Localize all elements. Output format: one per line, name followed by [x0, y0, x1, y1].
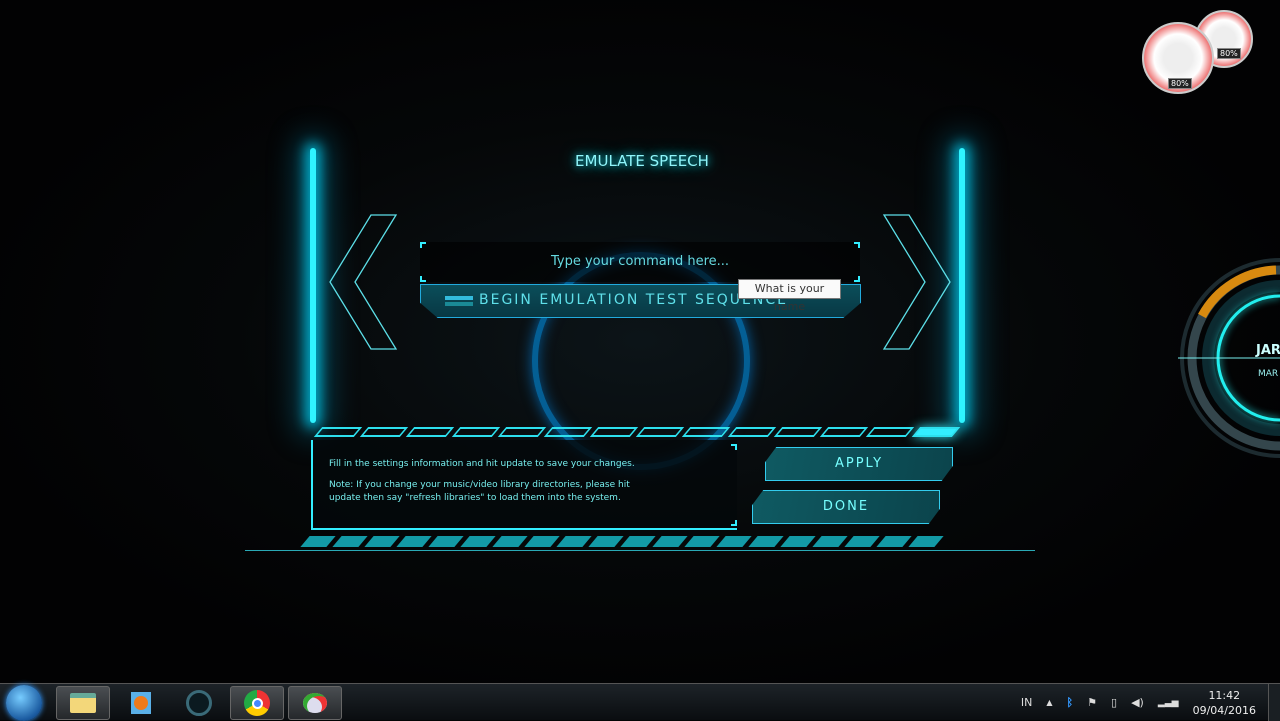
bluetooth-icon[interactable]: ᛒ	[1067, 696, 1074, 709]
info-panel: Fill in the settings information and hit…	[311, 440, 737, 530]
command-input[interactable]	[420, 242, 860, 282]
hud-title: JAR	[1255, 343, 1280, 358]
chrome-icon[interactable]	[230, 686, 284, 720]
left-chevron-icon[interactable]	[325, 212, 401, 352]
right-chevron-icon[interactable]	[879, 212, 955, 352]
taskbar: IN ▲ ᛒ ⚑ ▯ ◀) ▂▃▅ 11:42 09/04/2016	[0, 683, 1280, 721]
file-explorer-icon[interactable]	[56, 686, 110, 720]
corner-bracket	[420, 276, 426, 282]
show-desktop-button[interactable]	[1268, 684, 1280, 721]
memory-percent: 80%	[1217, 48, 1241, 59]
bars-icon	[445, 296, 473, 300]
paint-icon[interactable]	[288, 686, 342, 720]
corner-bracket	[731, 444, 737, 450]
corner-bracket	[854, 242, 860, 248]
apply-button[interactable]: APPLY	[765, 447, 953, 481]
divider	[245, 550, 1035, 551]
bottom-stripe-bar	[300, 536, 944, 547]
language-indicator[interactable]: IN	[1021, 696, 1032, 709]
corner-bracket	[854, 276, 860, 282]
tooltip: What is your name	[738, 279, 841, 313]
media-player-icon[interactable]	[114, 686, 168, 720]
system-tray: IN ▲ ᛒ ⚑ ▯ ◀) ▂▃▅ 11:42 09/04/2016	[1021, 684, 1268, 721]
show-hidden-icons-icon[interactable]: ▲	[1046, 698, 1052, 707]
action-center-flag-icon[interactable]: ⚑	[1087, 696, 1097, 709]
info-line: Note: If you change your music/video lib…	[329, 480, 630, 503]
windows-start-icon[interactable]	[6, 685, 42, 721]
top-stripe-bar	[313, 427, 961, 437]
cpu-gauge-gadget[interactable]: 80%	[1142, 22, 1214, 94]
dialog-title: EMULATE SPEECH	[575, 152, 709, 170]
network-signal-icon[interactable]: ▂▃▅	[1158, 698, 1179, 708]
jarvis-icon[interactable]	[172, 686, 226, 720]
jarvis-hud-gadget[interactable]: JAR MAR	[1178, 258, 1280, 458]
corner-bracket	[731, 520, 737, 526]
clock-time: 11:42	[1208, 688, 1241, 702]
cpu-percent: 80%	[1168, 78, 1192, 89]
corner-bracket	[420, 242, 426, 248]
volume-icon[interactable]: ◀)	[1131, 696, 1144, 709]
done-button[interactable]: DONE	[752, 490, 940, 524]
hud-month: MAR	[1258, 369, 1278, 379]
clock[interactable]: 11:42 09/04/2016	[1193, 688, 1256, 718]
clock-date: 09/04/2016	[1192, 703, 1256, 717]
left-glow-pillar	[310, 148, 316, 423]
battery-icon[interactable]: ▯	[1111, 696, 1117, 709]
info-line: Fill in the settings information and hit…	[329, 459, 635, 469]
right-glow-pillar	[959, 148, 965, 423]
